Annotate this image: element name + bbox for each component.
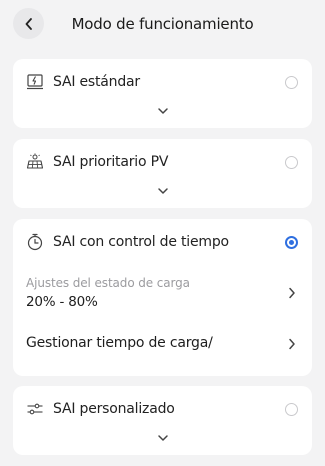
mode-label-time-control: SAI con control de tiempo [53, 234, 229, 250]
operating-mode-screen: Modo de funcionamiento SAI estándar SAI … [0, 0, 325, 466]
mode-row-pv-priority[interactable]: SAI prioritario PV [13, 150, 312, 174]
solar-panel-icon [26, 153, 44, 171]
mode-card-pv-priority[interactable]: SAI prioritario PV [13, 139, 312, 208]
mode-row-standard[interactable]: SAI estándar [13, 70, 312, 94]
mode-label-pv-priority: SAI prioritario PV [53, 154, 169, 170]
chevron-right-icon[interactable] [288, 287, 296, 299]
mode-card-standard[interactable]: SAI estándar [13, 59, 312, 128]
mode-label-standard: SAI estándar [53, 74, 140, 90]
mode-label-custom: SAI personalizado [53, 401, 175, 417]
chevron-down-icon[interactable] [157, 434, 169, 442]
timer-icon [26, 233, 44, 251]
header: Modo de funcionamiento [0, 0, 325, 48]
mode-card-custom[interactable]: SAI personalizado [13, 386, 312, 455]
mode-radio-standard[interactable] [285, 75, 298, 89]
charge-state-label: Ajustes del estado de carga [26, 276, 190, 290]
sliders-icon [26, 400, 44, 418]
mode-radio-time-control[interactable] [285, 235, 298, 249]
chevron-right-icon[interactable] [288, 338, 296, 350]
chevron-down-icon[interactable] [157, 187, 169, 195]
ups-standard-icon [26, 73, 44, 91]
mode-row-time-control[interactable]: SAI con control de tiempo [13, 230, 312, 254]
mode-radio-custom[interactable] [285, 402, 298, 416]
chevron-down-icon[interactable] [157, 107, 169, 115]
mode-radio-pv-priority[interactable] [285, 155, 298, 169]
mode-row-custom[interactable]: SAI personalizado [13, 397, 312, 421]
page-title: Modo de funcionamiento [71, 15, 254, 33]
manage-charge-time-label: Gestionar tiempo de carga/ [26, 335, 213, 351]
mode-card-time-control[interactable]: SAI con control de tiempo Ajustes del es… [13, 219, 312, 376]
charge-state-value: 20% - 80% [26, 294, 98, 310]
